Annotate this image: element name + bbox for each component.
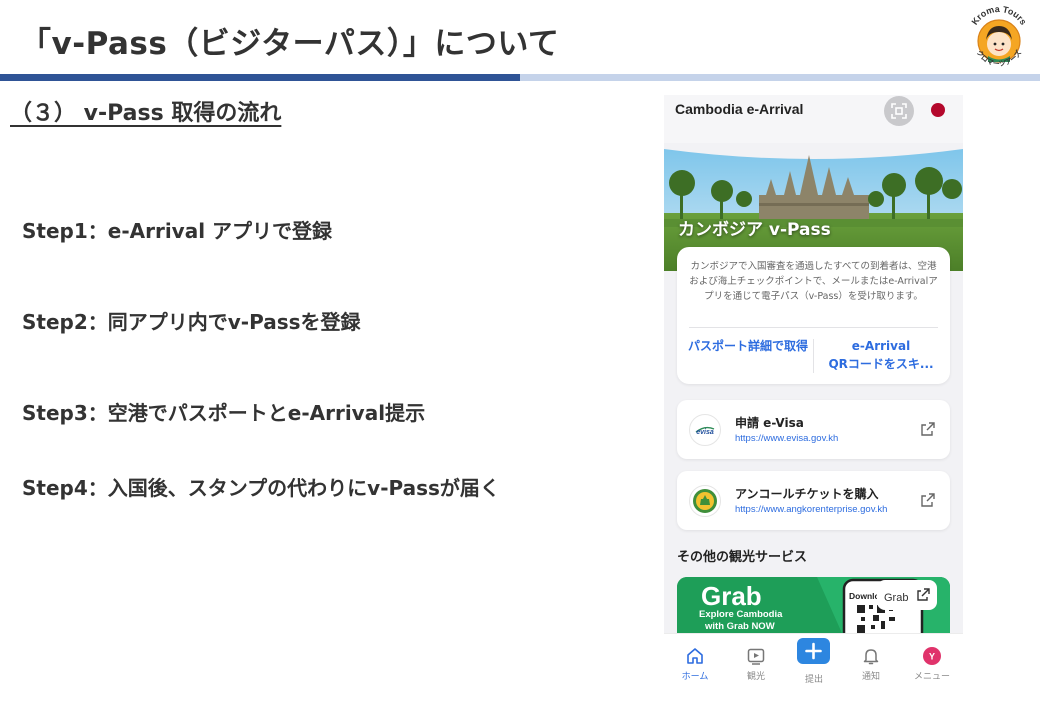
v-pass-info-card: カンボジアで入国審査を通過したすべての到着者は、空港および海上チェックポイントで… [677,247,950,384]
qr-scan-icon [891,103,907,119]
grab-line-2: with Grab NOW [704,621,775,632]
evisa-link-card[interactable]: evisa 申請 e-Visa https://www.evisa.gov.kh [677,400,950,459]
bell-icon [863,649,879,665]
nav-sightseeing[interactable]: 観光 [726,634,786,695]
kroma-tours-logo: Kroma Tours クロマーツアーズ [969,4,1028,68]
scan-qr-link[interactable]: e-Arrival QRコードをスキ... [817,337,945,373]
grab-tag: Grab [884,592,908,604]
step-3: Step3：空港でパスポートとe-Arrival提示 [22,401,426,425]
grab-logo: Grab [701,581,762,611]
external-link-icon [921,422,935,436]
evisa-logo-text: evisa [696,429,714,436]
external-link-icon [921,493,935,507]
info-divider [689,327,938,328]
nav-home-label: ホーム [681,672,709,682]
step-1: Step1：e-Arrival アプリで登録 [22,219,333,243]
angkor-ticket-link-title: アンコールチケットを購入 [735,487,879,501]
angkor-ticket-link-url: https://www.angkorenterprise.gov.kh [735,504,888,515]
other-services-label: その他の観光サービス [677,550,808,565]
angkor-ticket-link-card[interactable]: アンコールチケットを購入 https://www.angkorenterpris… [677,471,950,530]
nav-notifications-label: 通知 [861,672,880,682]
grab-download-text: Downlc [849,591,879,601]
plus-icon [797,638,830,664]
avatar-letter: Y [929,652,935,662]
nav-submit[interactable]: 提出 [784,634,844,695]
japan-flag-icon[interactable] [931,103,945,117]
nav-menu-label: メニュー [913,672,950,682]
phone-screenshot: Cambodia e-Arrival カンボジア v-Pass カンボジアで入国… [664,95,963,695]
scan-qr-link-line2: QRコードをスキ... [828,357,934,371]
passport-details-link[interactable]: パスポート詳細で取得 [685,337,811,355]
step-4: Step4：入国後、スタンプの代わりにv-Passが届く [22,476,500,500]
nav-menu[interactable]: Y メニュー [902,634,962,695]
home-icon [687,648,703,664]
nav-sightseeing-label: 観光 [746,672,765,682]
slide-title: 「v-Pass（ビジターパス）」について [20,26,560,62]
app-title: Cambodia e-Arrival [675,101,804,117]
nav-home[interactable]: ホーム [665,634,725,695]
qr-scan-button[interactable] [884,96,914,126]
hero-title: カンボジア v-Pass [678,220,831,240]
nav-notifications[interactable]: 通知 [841,634,901,695]
app-header: Cambodia e-Arrival [664,95,963,145]
nav-submit-label: 提出 [804,675,823,685]
play-icon [747,648,765,665]
grab-line-1: Explore Cambodia [699,609,783,620]
info-vertical-divider [813,339,814,373]
title-bar-light [520,74,1040,81]
evisa-link-title: 申請 e-Visa [735,416,804,430]
angkor-enterprise-logo-icon [689,485,721,517]
evisa-link-url: https://www.evisa.gov.kh [735,433,839,444]
step-2: Step2：同アプリ内でv-Passを登録 [22,310,361,334]
evisa-logo-icon: evisa [689,414,721,446]
bottom-navigation: ホーム 観光 提出 通知 Y メニュー [664,633,963,695]
title-bar-dark [0,74,520,81]
info-description: カンボジアで入国審査を通過したすべての到着者は、空港および海上チェックポイントで… [689,261,938,302]
title-underline-bar [0,74,1040,81]
avatar-icon: Y [923,647,941,665]
scan-qr-link-line1: e-Arrival [851,339,911,353]
section-heading: （３） v-Pass 取得の流れ [10,101,282,126]
